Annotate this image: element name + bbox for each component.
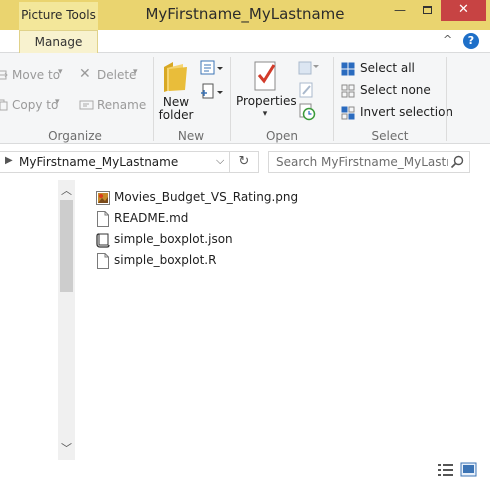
navigation-pane[interactable] <box>0 180 58 460</box>
scroll-up-icon[interactable]: ︿ <box>58 182 75 200</box>
search-icon[interactable] <box>450 155 464 169</box>
edit-icon <box>299 82 313 98</box>
organize-group-label: Organize <box>48 129 102 143</box>
copy-to-label: Copy to <box>12 98 59 112</box>
address-path[interactable]: MyFirstname_MyLastname <box>19 155 178 169</box>
delete-x-icon: ✕ <box>79 66 91 82</box>
edit-button[interactable] <box>298 81 318 99</box>
breadcrumb-arrow-icon[interactable]: ▶ <box>5 155 13 166</box>
scroll-down-icon[interactable]: ﹀ <box>58 440 75 458</box>
rename-icon <box>79 100 94 110</box>
open-button[interactable] <box>298 59 322 77</box>
new-folder-label-line2: folder <box>158 108 194 122</box>
new-group-label: New <box>177 129 205 143</box>
address-row: ▶ MyFirstname_MyLastname ⌵ ↻ Search MyFi… <box>0 144 490 180</box>
file-list: Movies_Budget_VS_Rating.png README.md si… <box>76 180 490 460</box>
invert-selection-label: Invert selection <box>360 105 454 119</box>
scroll-thumb[interactable] <box>60 200 73 292</box>
select-group-label: Select <box>371 129 409 143</box>
easy-access-icon <box>201 83 223 99</box>
window-title: MyFirstname_MyLastname <box>145 5 345 23</box>
search-box[interactable]: Search MyFirstname_MyLastn... <box>268 151 470 173</box>
navigation-scrollbar[interactable]: ︿ ﹀ <box>58 180 75 460</box>
document-icon <box>97 253 109 269</box>
properties-label: Properties <box>236 94 297 108</box>
refresh-button[interactable]: ↻ <box>229 152 258 172</box>
png-image-icon <box>96 191 110 205</box>
large-icons-view-icon[interactable] <box>460 462 478 478</box>
json-file-icon <box>96 233 110 248</box>
list-item[interactable]: Movies_Budget_VS_Rating.png <box>96 188 396 208</box>
properties-dropdown-icon: ▾ <box>262 109 268 119</box>
delete-label: Delete <box>97 68 137 82</box>
open-icon <box>298 61 319 75</box>
maximize-icon <box>422 6 432 14</box>
select-all-label: Select all <box>360 61 415 75</box>
select-none-label: Select none <box>360 83 431 97</box>
file-name: Movies_Budget_VS_Rating.png <box>114 190 299 204</box>
ribbon-divider <box>446 57 447 141</box>
new-folder-button[interactable]: New folder <box>157 59 195 123</box>
select-none-icon <box>341 84 355 98</box>
move-to-icon <box>0 70 8 80</box>
status-bar <box>0 460 490 488</box>
move-to-label: Move to <box>12 68 61 82</box>
refresh-icon: ↻ <box>238 154 250 169</box>
invert-selection-icon <box>341 106 355 120</box>
copy-to-icon <box>0 99 8 111</box>
history-icon <box>299 103 316 121</box>
properties-icon <box>254 61 276 91</box>
easy-access-button[interactable] <box>200 83 224 103</box>
file-name: README.md <box>114 211 189 225</box>
address-bar[interactable]: ▶ MyFirstname_MyLastname ⌵ ↻ <box>0 151 259 173</box>
list-item[interactable]: README.md <box>96 209 396 229</box>
ribbon-divider <box>153 57 154 141</box>
select-all-icon <box>341 62 355 76</box>
ribbon: Move to ▾ Copy to ▾ ✕ Delete ▾ Rename Or… <box>0 52 490 144</box>
minimize-icon: — <box>394 3 406 17</box>
title-bar: Picture Tools MyFirstname_MyLastname — ✕ <box>0 0 490 30</box>
picture-tools-context-tab: Picture Tools <box>19 2 98 30</box>
file-name: simple_boxplot.R <box>114 253 217 267</box>
new-folder-icon <box>164 62 187 92</box>
address-history-chevron-icon[interactable]: ⌵ <box>216 154 224 168</box>
move-to-dropdown-icon: ▾ <box>58 67 63 77</box>
maximize-button[interactable] <box>414 0 440 21</box>
search-input[interactable]: Search MyFirstname_MyLastn... <box>276 155 448 169</box>
help-icon[interactable]: ? <box>463 33 479 49</box>
file-name: simple_boxplot.json <box>114 232 233 246</box>
ribbon-tab-strip: Manage ^ ? <box>0 30 490 53</box>
details-view-icon[interactable] <box>437 462 455 478</box>
tab-manage[interactable]: Manage <box>19 30 98 53</box>
delete-dropdown-icon: ▾ <box>133 67 138 77</box>
close-button[interactable]: ✕ <box>441 0 486 21</box>
rename-label: Rename <box>97 98 147 112</box>
close-icon: ✕ <box>458 2 469 17</box>
open-group-label: Open <box>265 129 299 143</box>
new-item-button[interactable] <box>200 59 224 79</box>
ribbon-divider <box>230 57 231 141</box>
copy-to-dropdown-icon: ▾ <box>55 97 60 107</box>
document-icon <box>97 211 109 227</box>
collapse-ribbon-chevron-icon[interactable]: ^ <box>443 33 452 46</box>
list-item[interactable]: simple_boxplot.json <box>96 230 396 250</box>
minimize-button[interactable]: — <box>386 0 414 21</box>
list-item[interactable]: simple_boxplot.R <box>96 251 396 271</box>
new-item-icon <box>200 60 223 75</box>
properties-button[interactable]: Properties ▾ <box>236 59 297 125</box>
history-button[interactable] <box>298 103 318 121</box>
